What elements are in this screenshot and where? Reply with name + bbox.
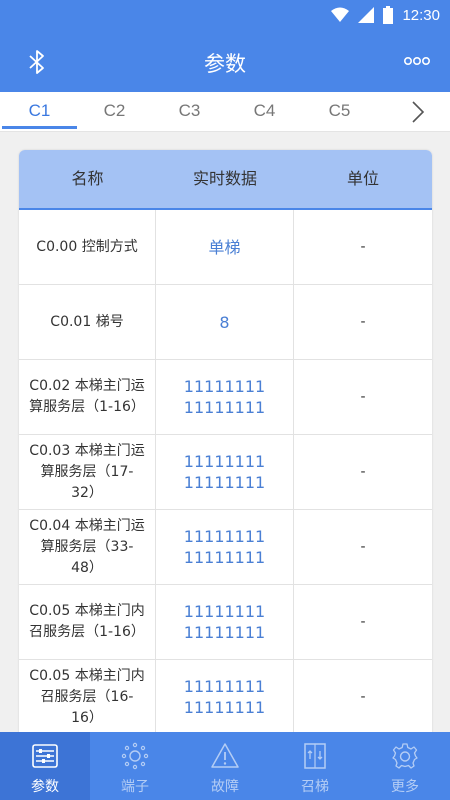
param-name: C0.00 控制方式	[19, 210, 156, 284]
table-row[interactable]: C0.04 本梯主门运算服务层（33-48） 11111111 11111111…	[19, 510, 432, 585]
param-unit: -	[360, 313, 366, 330]
terminal-icon	[121, 742, 149, 770]
param-unit: -	[360, 463, 366, 480]
table-row[interactable]: C0.02 本梯主门运算服务层（1-16） 11111111 11111111 …	[19, 360, 432, 435]
nav-label: 端子	[121, 779, 149, 795]
param-value[interactable]: 单梯	[156, 210, 294, 284]
signal-icon	[358, 7, 375, 23]
param-value[interactable]: 11111111 11111111	[156, 435, 294, 509]
param-value[interactable]: 8	[156, 285, 294, 359]
table-row[interactable]: C0.05 本梯主门内召服务层（1-16） 11111111 11111111 …	[19, 585, 432, 660]
battery-icon	[383, 6, 394, 24]
status-time: 12:30	[402, 6, 440, 24]
bottom-nav: 参数 端子 故障 召梯 更多	[0, 732, 450, 800]
column-header-value: 实时数据	[192, 169, 257, 188]
more-icon[interactable]	[404, 54, 430, 68]
nav-label: 故障	[211, 779, 239, 795]
table-row[interactable]: C0.00 控制方式 单梯 -	[19, 210, 432, 285]
param-name: C0.04 本梯主门运算服务层（33-48）	[19, 510, 156, 584]
param-name: C0.03 本梯主门运算服务层（17-32）	[19, 435, 156, 509]
sliders-icon	[32, 744, 58, 768]
nav-item-call-elevator[interactable]: 召梯	[270, 732, 360, 800]
tab-c4[interactable]: C4	[227, 92, 302, 132]
app-bar: 参数	[0, 32, 450, 92]
param-name: C0.05 本梯主门内召服务层（1-16）	[19, 585, 156, 659]
nav-label: 召梯	[301, 779, 329, 795]
param-name: C0.05 本梯主门内召服务层（16-16）	[19, 660, 156, 734]
nav-item-params[interactable]: 参数	[0, 732, 90, 800]
active-tab-indicator	[2, 126, 77, 129]
parameter-table: 名称 实时数据 单位 C0.00 控制方式 单梯 - C0.01 梯号 8 - …	[19, 150, 432, 750]
nav-item-more[interactable]: 更多	[360, 732, 450, 800]
param-unit: -	[360, 613, 366, 630]
column-header-unit: 单位	[346, 169, 379, 188]
wifi-icon	[331, 7, 350, 22]
table-row[interactable]: C0.03 本梯主门运算服务层（17-32） 11111111 11111111…	[19, 435, 432, 510]
nav-item-fault[interactable]: 故障	[180, 732, 270, 800]
status-bar: 12:30	[0, 0, 450, 32]
table-header: 名称 实时数据 单位	[19, 150, 432, 210]
gear-icon	[392, 743, 418, 769]
param-value[interactable]: 11111111 11111111	[156, 360, 294, 434]
param-name: C0.02 本梯主门运算服务层（1-16）	[19, 360, 156, 434]
elevator-icon	[304, 743, 326, 769]
tab-c5[interactable]: C5	[302, 92, 377, 132]
param-value[interactable]: 11111111 11111111	[156, 585, 294, 659]
param-unit: -	[360, 538, 366, 555]
tab-c2[interactable]: C2	[77, 92, 152, 132]
param-unit: -	[360, 238, 366, 255]
nav-label: 参数	[31, 779, 59, 795]
param-value[interactable]: 11111111 11111111	[156, 660, 294, 734]
page-title: 参数	[204, 52, 246, 76]
table-row[interactable]: C0.05 本梯主门内召服务层（16-16） 11111111 11111111…	[19, 660, 432, 735]
param-unit: -	[360, 688, 366, 705]
table-row[interactable]: C0.01 梯号 8 -	[19, 285, 432, 360]
chevron-right-icon[interactable]	[410, 100, 426, 124]
param-name: C0.01 梯号	[19, 285, 156, 359]
tab-c3[interactable]: C3	[152, 92, 227, 132]
column-header-name: 名称	[71, 169, 104, 188]
nav-label: 更多	[391, 779, 419, 795]
param-unit: -	[360, 388, 366, 405]
param-value[interactable]: 11111111 11111111	[156, 510, 294, 584]
warning-icon	[211, 743, 239, 768]
nav-item-terminal[interactable]: 端子	[90, 732, 180, 800]
